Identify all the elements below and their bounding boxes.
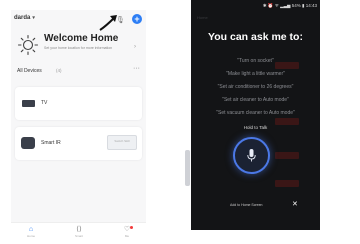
nav-label: Smart bbox=[74, 234, 83, 238]
background-element bbox=[275, 152, 299, 159]
nav-home[interactable]: ⌂ Home bbox=[19, 225, 43, 238]
device-card-smart-ir[interactable]: Smart IR Switch Skill bbox=[15, 127, 142, 160]
close-icon[interactable]: ✕ bbox=[292, 200, 298, 208]
nav-label: Home bbox=[26, 234, 35, 238]
home-name-label: darda bbox=[14, 15, 31, 21]
device-name: TV bbox=[41, 100, 48, 106]
suggestion-item: "Set vacuum cleaner to Auto mode" bbox=[216, 110, 295, 116]
status-bar: ✱ ⏰ ᯤ ▂▃▅ 54% ▮ 14:43 bbox=[262, 3, 317, 8]
edge-handle[interactable] bbox=[185, 150, 190, 186]
suggestion-item: "Set air cleaner to Auto mode" bbox=[222, 97, 289, 103]
welcome-title: Welcome Home bbox=[44, 33, 119, 44]
suggestion-item: "Turn on socket" bbox=[237, 58, 274, 64]
suggestion-item: "Set air conditioner to 26 degrees" bbox=[217, 84, 294, 90]
welcome-subtitle: Set your home location for more informat… bbox=[44, 46, 113, 50]
smart-icon: ⟨⟩ bbox=[76, 226, 82, 233]
home-header: darda ▾ 🎙 + bbox=[11, 10, 146, 31]
nav-smart[interactable]: ⟨⟩ Smart bbox=[67, 225, 91, 238]
home-icon: ⌂ bbox=[28, 226, 34, 233]
welcome-card[interactable]: Welcome Home Set your home location for … bbox=[15, 30, 146, 60]
voice-assistant-screen: ✱ ⏰ ᯤ ▂▃▅ 54% ▮ 14:43 Home You can ask m… bbox=[191, 0, 320, 230]
device-card-tv[interactable]: TV bbox=[15, 87, 142, 120]
hold-to-talk-label: Hold to Talk bbox=[243, 125, 268, 130]
more-icon[interactable]: ··· bbox=[133, 65, 140, 72]
home-screen: darda ▾ 🎙 + Welcome Home Set your home lo… bbox=[11, 10, 146, 242]
notification-dot bbox=[130, 226, 133, 229]
add-device-button[interactable]: + bbox=[132, 14, 142, 24]
mic-icon[interactable]: 🎙 bbox=[116, 16, 125, 24]
tv-icon bbox=[22, 100, 35, 107]
chevron-right-icon: › bbox=[134, 44, 136, 50]
assistant-title: You can ask me to: bbox=[208, 31, 303, 43]
device-name: Smart IR bbox=[41, 140, 61, 146]
nav-label: Me bbox=[124, 234, 130, 238]
hold-to-talk-button[interactable] bbox=[233, 137, 270, 174]
mic-icon bbox=[247, 149, 256, 162]
ir-remote-icon bbox=[21, 137, 35, 149]
background-element bbox=[275, 118, 299, 125]
device-action-chip[interactable]: Switch Skill bbox=[107, 135, 137, 150]
nav-me[interactable]: ♡ Me bbox=[115, 225, 139, 238]
devices-count: (4) bbox=[56, 68, 62, 73]
background-element bbox=[275, 180, 299, 187]
devices-tab-row: All Devices (4) ··· bbox=[15, 65, 142, 77]
background-title: Home bbox=[197, 15, 208, 20]
suggestion-item: "Make light a little warmer" bbox=[226, 71, 285, 77]
add-to-home-screen-link[interactable]: Add to Home Screen bbox=[230, 203, 263, 207]
home-switcher[interactable]: darda ▾ bbox=[14, 15, 35, 21]
tab-all-devices[interactable]: All Devices bbox=[17, 68, 42, 74]
me-icon: ♡ bbox=[123, 226, 131, 233]
sun-icon bbox=[17, 34, 39, 56]
bottom-nav: ⌂ Home ⟨⟩ Smart ♡ Me bbox=[11, 222, 146, 242]
caret-down-icon: ▾ bbox=[32, 15, 35, 21]
